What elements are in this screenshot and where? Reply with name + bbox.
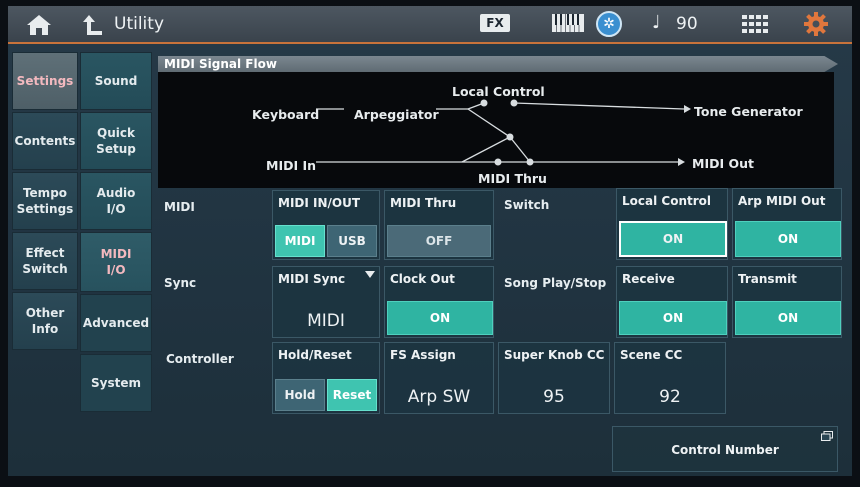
clock-out-toggle[interactable]: ON: [387, 301, 493, 335]
fs-assign-label: FS Assign: [390, 348, 456, 362]
flow-midi-thru-label: MIDI Thru: [478, 171, 547, 186]
receive-cell: Receive ON: [616, 266, 728, 338]
midi-in-out-usb-button[interactable]: USB: [327, 225, 377, 257]
transmit-label: Transmit: [738, 272, 797, 286]
control-number-button[interactable]: Control Number: [612, 426, 838, 472]
control-number-label: Control Number: [671, 443, 779, 457]
utility-screen: Utility FX ✲ ♩ 90 Settings Contents Temp…: [8, 6, 852, 476]
top-bar: Utility FX ✲ ♩ 90: [8, 6, 852, 44]
flow-midi-out-label: MIDI Out: [692, 156, 754, 171]
clock-out-cell: Clock Out ON: [384, 266, 494, 338]
flow-local-control-label: Local Control: [452, 84, 545, 99]
hold-reset-label: Hold/Reset: [278, 348, 352, 362]
arp-midi-out-toggle[interactable]: ON: [735, 221, 841, 257]
receive-toggle[interactable]: ON: [619, 301, 727, 335]
hold-button[interactable]: Hold: [275, 379, 325, 411]
midi-in-out-cell: MIDI IN/OUT MIDI USB: [272, 190, 380, 260]
signal-flow-diagram: Local Control Keyboard Arpeggiator Tone …: [158, 72, 834, 188]
midi-in-out-label: MIDI IN/OUT: [278, 196, 361, 210]
local-control-toggle[interactable]: ON: [619, 221, 727, 257]
midi-thru-label: MIDI Thru: [390, 196, 457, 210]
midi-sync-value: MIDI: [307, 311, 345, 331]
midi-in-out-midi-button[interactable]: MIDI: [275, 225, 325, 257]
keyboard-icon[interactable]: [552, 14, 584, 32]
scene-cc-value: 92: [659, 387, 681, 407]
tab-settings[interactable]: Settings: [12, 52, 78, 110]
reset-button[interactable]: Reset: [327, 379, 377, 411]
super-knob-cc-value: 95: [543, 387, 565, 407]
super-knob-cc-label: Super Knob CC: [504, 348, 605, 362]
tab-midi-io[interactable]: MIDI I/O: [80, 232, 152, 292]
midi-sync-label: MIDI Sync: [278, 272, 346, 286]
fs-assign-value: Arp SW: [407, 387, 471, 407]
arp-midi-out-label: Arp MIDI Out: [738, 194, 826, 208]
midi-thru-toggle[interactable]: OFF: [387, 225, 491, 257]
popup-window-icon: [821, 431, 833, 441]
flow-arpeggiator-label: Arpeggiator: [354, 107, 439, 122]
category-sync: Sync: [164, 276, 197, 290]
tab-other-info[interactable]: Other Info: [12, 292, 78, 350]
yamaha-logo-icon[interactable]: ✲: [596, 11, 622, 37]
tab-contents[interactable]: Contents: [12, 112, 78, 170]
category-controller: Controller: [166, 352, 234, 366]
switch-label: Switch: [504, 198, 550, 212]
gear-icon[interactable]: [804, 12, 828, 36]
fs-assign-cell[interactable]: FS Assign Arp SW: [384, 342, 494, 414]
tempo-note-icon: ♩: [652, 12, 661, 33]
midi-thru-cell: MIDI Thru OFF: [384, 190, 494, 260]
hold-reset-cell: Hold/Reset Hold Reset: [272, 342, 380, 414]
scene-cc-label: Scene CC: [620, 348, 683, 362]
tab-effect-switch[interactable]: Effect Switch: [12, 232, 78, 290]
page-title: Utility: [114, 14, 165, 34]
flow-tone-generator-label: Tone Generator: [694, 104, 803, 119]
exit-up-icon[interactable]: [82, 13, 104, 37]
local-control-label: Local Control: [622, 194, 711, 208]
category-midi: MIDI: [164, 200, 195, 214]
receive-label: Receive: [622, 272, 675, 286]
tab-sound[interactable]: Sound: [80, 52, 152, 110]
local-control-cell: Local Control ON: [616, 188, 728, 260]
fx-indicator[interactable]: FX: [480, 14, 510, 32]
super-knob-cc-cell[interactable]: Super Knob CC 95: [498, 342, 610, 414]
transmit-cell: Transmit ON: [732, 266, 842, 338]
transmit-toggle[interactable]: ON: [735, 301, 841, 335]
tab-tempo-settings[interactable]: Tempo Settings: [12, 172, 78, 230]
flow-keyboard-label: Keyboard: [252, 107, 320, 122]
dropdown-arrow-icon: [365, 271, 375, 278]
tab-system[interactable]: System: [80, 354, 152, 412]
tempo-value[interactable]: 90: [676, 14, 698, 34]
flow-midi-in-label: MIDI In: [266, 158, 317, 173]
tab-audio-io[interactable]: Audio I/O: [80, 172, 152, 230]
home-icon[interactable]: [26, 14, 52, 36]
tab-advanced[interactable]: Advanced: [80, 294, 152, 352]
arp-midi-out-cell: Arp MIDI Out ON: [732, 188, 842, 260]
midi-sync-cell[interactable]: MIDI Sync MIDI: [272, 266, 380, 338]
scene-cc-cell[interactable]: Scene CC 92: [614, 342, 726, 414]
song-play-stop-label: Song Play/Stop: [504, 276, 607, 290]
grid-menu-icon[interactable]: [742, 15, 768, 33]
clock-out-label: Clock Out: [390, 272, 455, 286]
signal-flow-header: MIDI Signal Flow: [158, 56, 838, 72]
tab-quick-setup[interactable]: Quick Setup: [80, 112, 152, 170]
